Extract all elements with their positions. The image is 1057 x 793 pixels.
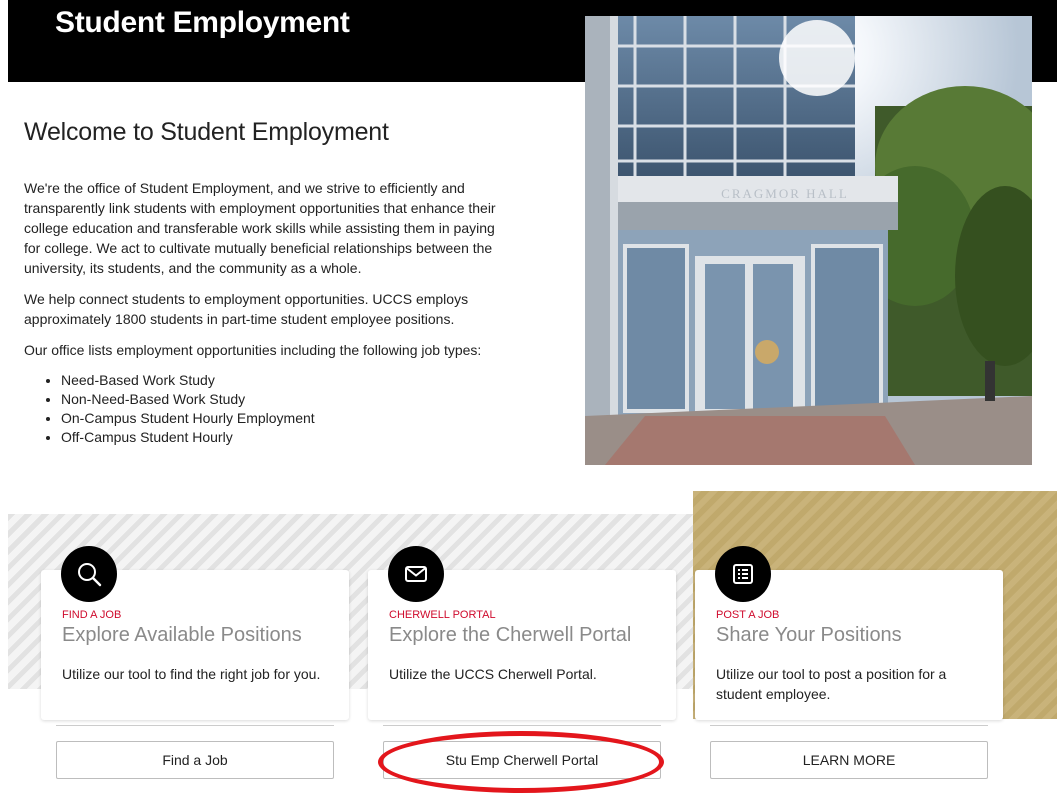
- building-photo: CRAGMOR HALL: [585, 16, 1032, 465]
- learn-more-button[interactable]: LEARN MORE: [710, 741, 988, 779]
- search-icon: [61, 546, 117, 602]
- list-item: Need-Based Work Study: [61, 371, 504, 390]
- job-types-list: Need-Based Work Study Non-Need-Based Wor…: [24, 371, 504, 447]
- card-title: Explore Available Positions: [62, 624, 302, 646]
- envelope-icon: [388, 546, 444, 602]
- list-item: On-Campus Student Hourly Employment: [61, 409, 504, 428]
- card-divider: [56, 725, 334, 726]
- card-divider: [710, 725, 988, 726]
- card-description: Utilize our tool to post a position for …: [716, 666, 947, 702]
- intro-paragraph: We're the office of Student Employment, …: [24, 180, 496, 276]
- card-description: Utilize our tool to find the right job f…: [62, 666, 321, 682]
- welcome-heading: Welcome to Student Employment: [24, 118, 389, 146]
- card-eyebrow: FIND A JOB: [62, 609, 122, 621]
- card-eyebrow: POST A JOB: [716, 609, 780, 621]
- intro-paragraph: We help connect students to employment o…: [24, 291, 469, 327]
- intro-content: We're the office of Student Employment, …: [24, 178, 504, 447]
- card-title: Share Your Positions: [716, 624, 902, 646]
- cherwell-portal-button[interactable]: Stu Emp Cherwell Portal: [383, 741, 661, 779]
- card-description: Utilize the UCCS Cherwell Portal.: [389, 666, 597, 682]
- building-photo-image: CRAGMOR HALL: [585, 16, 1032, 465]
- list-icon: [715, 546, 771, 602]
- card-cherwell-portal: CHERWELL PORTAL Explore the Cherwell Por…: [368, 546, 676, 779]
- card-eyebrow: CHERWELL PORTAL: [389, 609, 496, 621]
- card-title: Explore the Cherwell Portal: [389, 624, 632, 646]
- card-find-a-job: FIND A JOB Explore Available Positions U…: [41, 546, 349, 779]
- page-title: Student Employment: [55, 6, 350, 39]
- card-divider: [383, 725, 661, 726]
- list-item: Non-Need-Based Work Study: [61, 390, 504, 409]
- find-a-job-button[interactable]: Find a Job: [56, 741, 334, 779]
- intro-paragraph: Our office lists employment opportunitie…: [24, 342, 482, 358]
- list-item: Off-Campus Student Hourly: [61, 428, 504, 447]
- building-sign-text: CRAGMOR HALL: [721, 186, 849, 201]
- card-post-a-job: POST A JOB Share Your Positions Utilize …: [695, 546, 1003, 779]
